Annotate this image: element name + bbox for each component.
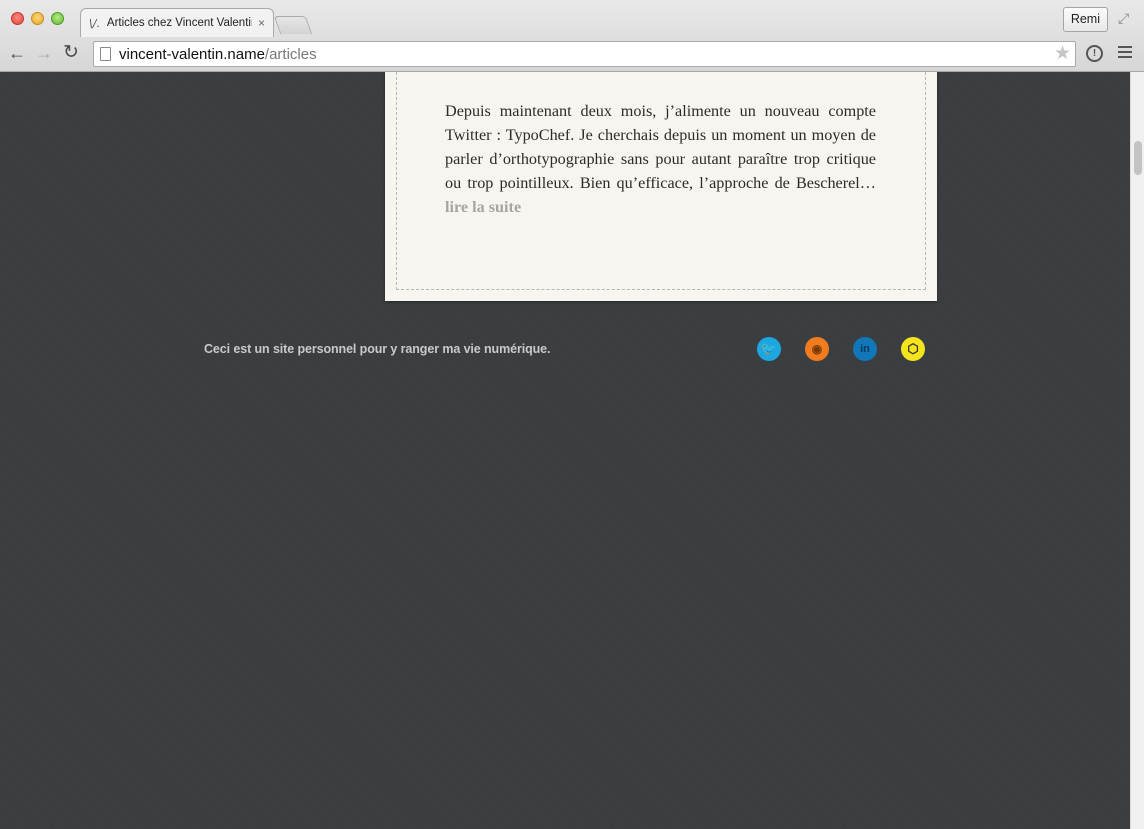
- page-viewport: Depuis maintenant deux mois, j’alimente …: [0, 72, 1130, 829]
- read-more-link[interactable]: lire la suite: [445, 198, 521, 216]
- codepen-icon[interactable]: ⬡: [901, 337, 925, 361]
- twitter-icon[interactable]: 🐦: [757, 337, 781, 361]
- info-icon[interactable]: !: [1086, 45, 1103, 62]
- fullscreen-icon[interactable]: ⤢: [1118, 10, 1134, 26]
- reload-button[interactable]: ↻: [61, 43, 81, 63]
- url-path: /articles: [264, 45, 317, 63]
- footer-tagline: Ceci est un site personnel pour y ranger…: [204, 342, 551, 356]
- zoom-window-button[interactable]: [51, 12, 64, 25]
- excerpt-text: Depuis maintenant deux mois, j’alimente …: [445, 102, 876, 192]
- tab-title: Articles chez Vincent Valentin: [106, 17, 252, 29]
- linkedin-icon[interactable]: in: [853, 337, 877, 361]
- vertical-scrollbar[interactable]: [1130, 72, 1144, 829]
- close-tab-icon[interactable]: ×: [258, 16, 265, 30]
- site-favicon-icon: \/.: [89, 16, 100, 30]
- browser-tab[interactable]: \/. Articles chez Vincent Valentin ×: [80, 8, 274, 37]
- bookmark-star-icon[interactable]: ★: [1054, 42, 1071, 66]
- page-icon: [100, 47, 111, 61]
- browser-chrome: \/. Articles chez Vincent Valentin × Rem…: [0, 0, 1144, 72]
- forward-button[interactable]: →: [34, 43, 54, 63]
- article-excerpt: Depuis maintenant deux mois, j’alimente …: [445, 99, 876, 219]
- scrollbar-thumb[interactable]: [1134, 141, 1142, 175]
- profile-button[interactable]: Remi: [1062, 7, 1108, 32]
- url-host: vincent-valentin.name: [119, 45, 265, 63]
- back-button[interactable]: ←: [7, 43, 27, 63]
- new-tab-button[interactable]: [273, 16, 313, 34]
- close-window-button[interactable]: [11, 12, 24, 25]
- rss-icon[interactable]: ◉: [805, 337, 829, 361]
- minimize-window-button[interactable]: [31, 12, 44, 25]
- article-card: Depuis maintenant deux mois, j’alimente …: [385, 72, 937, 301]
- address-bar[interactable]: vincent-valentin.name/articles ★: [93, 41, 1076, 67]
- menu-icon[interactable]: [1118, 46, 1132, 60]
